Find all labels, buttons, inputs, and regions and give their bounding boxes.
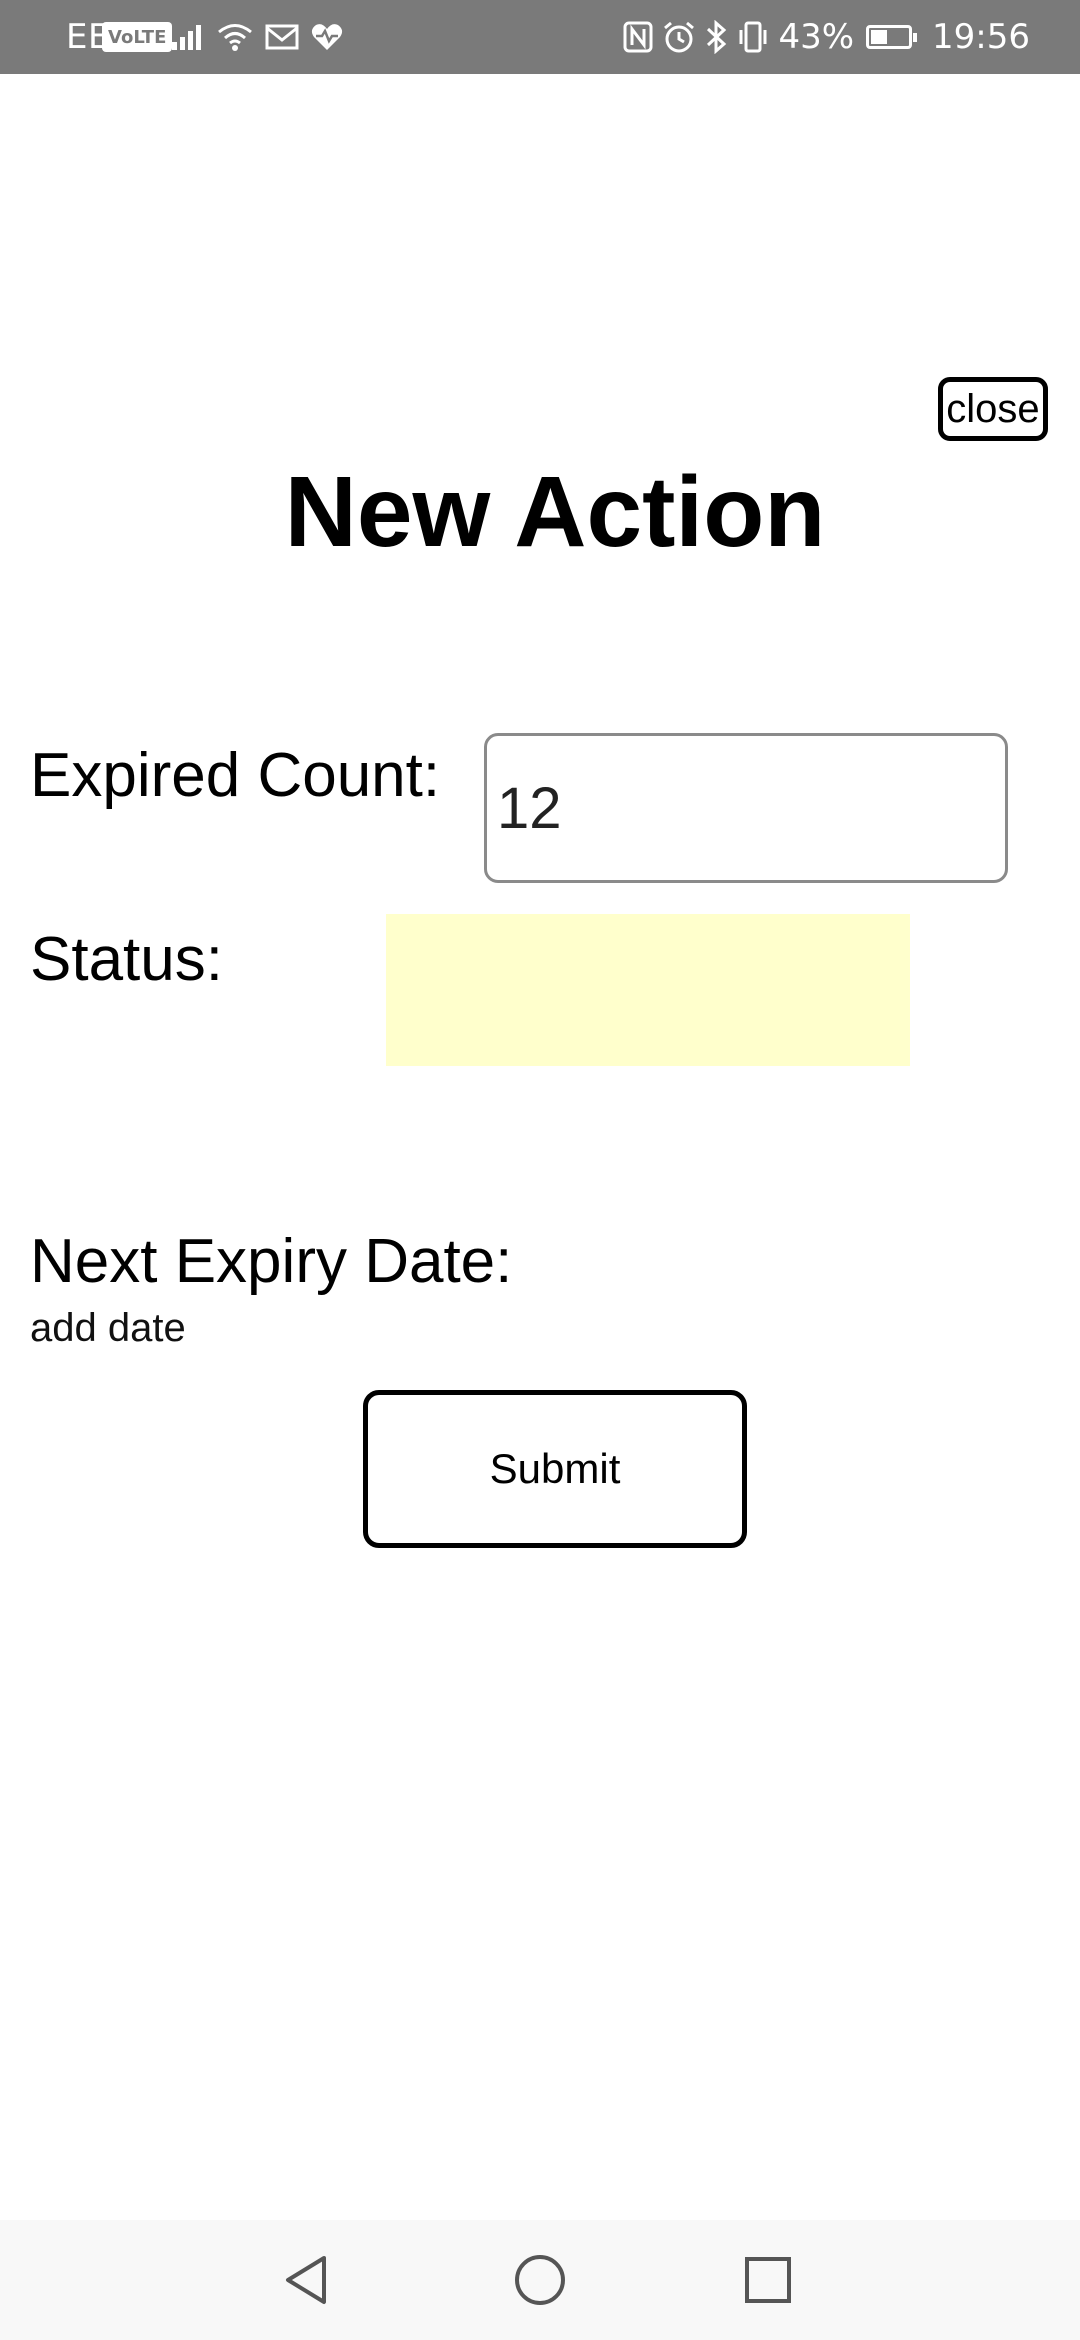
mail-icon (265, 24, 299, 50)
battery-percent: 43% (778, 17, 855, 57)
expired-count-input[interactable] (484, 733, 1008, 883)
alarm-icon (664, 21, 695, 53)
close-button[interactable]: close (938, 377, 1048, 441)
vibrate-icon (739, 21, 767, 53)
wifi-icon (218, 24, 252, 51)
status-bar: EE VoLTE 43% 19:56 (0, 0, 1080, 74)
status-indicator (386, 914, 910, 1066)
page-title: New Action (284, 456, 826, 568)
nfc-icon (623, 21, 653, 53)
status-label: Status: (30, 925, 223, 994)
add-date-link[interactable]: add date (30, 1306, 186, 1351)
submit-button[interactable]: Submit (363, 1390, 747, 1548)
back-icon[interactable] (278, 2250, 338, 2310)
next-expiry-date-label: Next Expiry Date: (30, 1227, 513, 1296)
clock: 19:56 (932, 17, 1030, 57)
health-icon (311, 24, 343, 50)
status-icons-right: 43% 19:56 (622, 0, 1030, 74)
volte-badge: VoLTE (102, 22, 173, 52)
status-icons-left (170, 0, 344, 74)
expired-count-label: Expired Count: (30, 741, 441, 810)
navigation-bar (0, 2220, 1080, 2340)
home-icon[interactable] (510, 2250, 570, 2310)
recents-icon[interactable] (738, 2250, 798, 2310)
signal-icon (172, 25, 201, 50)
battery-icon (866, 25, 918, 49)
bluetooth-icon (707, 20, 727, 54)
